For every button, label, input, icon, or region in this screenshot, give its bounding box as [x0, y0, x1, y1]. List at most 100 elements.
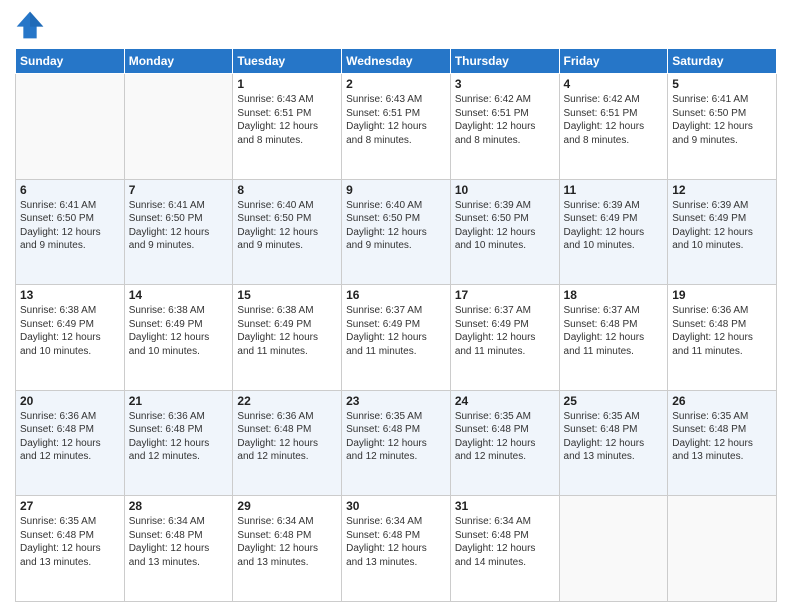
day-number: 2	[346, 77, 446, 91]
day-number: 12	[672, 183, 772, 197]
calendar-day-cell: 6 Sunrise: 6:41 AM Sunset: 6:50 PM Daylig…	[16, 179, 125, 285]
day-info: Sunrise: 6:35 AM Sunset: 6:48 PM Dayligh…	[455, 410, 555, 464]
calendar-day-cell: 19 Sunrise: 6:36 AM Sunset: 6:48 PM Dayli…	[668, 285, 777, 391]
calendar-day-cell	[124, 74, 233, 180]
day-info: Sunrise: 6:42 AM Sunset: 6:51 PM Dayligh…	[455, 93, 555, 147]
day-number: 3	[455, 77, 555, 91]
calendar-day-cell: 12 Sunrise: 6:39 AM Sunset: 6:49 PM Dayli…	[668, 179, 777, 285]
day-info: Sunrise: 6:41 AM Sunset: 6:50 PM Dayligh…	[20, 199, 120, 253]
day-info: Sunrise: 6:35 AM Sunset: 6:48 PM Dayligh…	[346, 410, 446, 464]
header	[15, 10, 777, 40]
day-number: 23	[346, 394, 446, 408]
calendar-day-cell: 15 Sunrise: 6:38 AM Sunset: 6:49 PM Dayli…	[233, 285, 342, 391]
day-info: Sunrise: 6:39 AM Sunset: 6:49 PM Dayligh…	[564, 199, 664, 253]
calendar-day-cell	[16, 74, 125, 180]
day-number: 27	[20, 499, 120, 513]
day-info: Sunrise: 6:43 AM Sunset: 6:51 PM Dayligh…	[346, 93, 446, 147]
calendar-day-cell: 24 Sunrise: 6:35 AM Sunset: 6:48 PM Dayli…	[450, 390, 559, 496]
day-info: Sunrise: 6:35 AM Sunset: 6:48 PM Dayligh…	[564, 410, 664, 464]
page: SundayMondayTuesdayWednesdayThursdayFrid…	[0, 0, 792, 612]
day-info: Sunrise: 6:34 AM Sunset: 6:48 PM Dayligh…	[237, 515, 337, 569]
day-info: Sunrise: 6:34 AM Sunset: 6:48 PM Dayligh…	[346, 515, 446, 569]
calendar-day-cell: 28Sunrise: 6:34 AM Sunset: 6:48 PM Dayli…	[124, 496, 233, 602]
weekday-header: Wednesday	[342, 49, 451, 74]
day-info: Sunrise: 6:34 AM Sunset: 6:48 PM Dayligh…	[455, 515, 555, 569]
day-info: Sunrise: 6:40 AM Sunset: 6:50 PM Dayligh…	[346, 199, 446, 253]
calendar-week-row: 1Sunrise: 6:43 AM Sunset: 6:51 PM Daylig…	[16, 74, 777, 180]
calendar-day-cell: 5Sunrise: 6:41 AM Sunset: 6:50 PM Daylig…	[668, 74, 777, 180]
weekday-header: Friday	[559, 49, 668, 74]
calendar-day-cell: 31 Sunrise: 6:34 AM Sunset: 6:48 PM Dayli…	[450, 496, 559, 602]
day-number: 21	[129, 394, 229, 408]
day-number: 13	[20, 288, 120, 302]
calendar-day-cell: 11 Sunrise: 6:39 AM Sunset: 6:49 PM Dayli…	[559, 179, 668, 285]
day-number: 24	[455, 394, 555, 408]
day-number: 6	[20, 183, 120, 197]
calendar-day-cell: 30 Sunrise: 6:34 AM Sunset: 6:48 PM Dayli…	[342, 496, 451, 602]
day-info: Sunrise: 6:41 AM Sunset: 6:50 PM Dayligh…	[672, 93, 772, 147]
day-number: 10	[455, 183, 555, 197]
calendar-day-cell: 3 Sunrise: 6:42 AM Sunset: 6:51 PM Daylig…	[450, 74, 559, 180]
day-number: 17	[455, 288, 555, 302]
day-number: 26	[672, 394, 772, 408]
calendar-day-cell: 18Sunrise: 6:37 AM Sunset: 6:48 PM Dayli…	[559, 285, 668, 391]
weekday-header: Sunday	[16, 49, 125, 74]
calendar-day-cell	[559, 496, 668, 602]
day-number: 29	[237, 499, 337, 513]
day-info: Sunrise: 6:42 AM Sunset: 6:51 PM Dayligh…	[564, 93, 664, 147]
calendar-day-cell: 4Sunrise: 6:42 AM Sunset: 6:51 PM Daylig…	[559, 74, 668, 180]
day-number: 7	[129, 183, 229, 197]
day-info: Sunrise: 6:36 AM Sunset: 6:48 PM Dayligh…	[237, 410, 337, 464]
weekday-header: Saturday	[668, 49, 777, 74]
calendar-day-cell: 7 Sunrise: 6:41 AM Sunset: 6:50 PM Daylig…	[124, 179, 233, 285]
calendar-day-cell: 26 Sunrise: 6:35 AM Sunset: 6:48 PM Dayli…	[668, 390, 777, 496]
day-info: Sunrise: 6:37 AM Sunset: 6:49 PM Dayligh…	[455, 304, 555, 358]
calendar-day-cell: 23 Sunrise: 6:35 AM Sunset: 6:48 PM Dayli…	[342, 390, 451, 496]
calendar-day-cell: 2 Sunrise: 6:43 AM Sunset: 6:51 PM Daylig…	[342, 74, 451, 180]
calendar-day-cell: 13 Sunrise: 6:38 AM Sunset: 6:49 PM Dayli…	[16, 285, 125, 391]
day-info: Sunrise: 6:39 AM Sunset: 6:49 PM Dayligh…	[672, 199, 772, 253]
calendar-day-cell: 17 Sunrise: 6:37 AM Sunset: 6:49 PM Dayli…	[450, 285, 559, 391]
calendar-day-cell: 25 Sunrise: 6:35 AM Sunset: 6:48 PM Dayli…	[559, 390, 668, 496]
day-number: 18	[564, 288, 664, 302]
day-number: 25	[564, 394, 664, 408]
day-number: 9	[346, 183, 446, 197]
day-number: 30	[346, 499, 446, 513]
day-number: 15	[237, 288, 337, 302]
calendar-week-row: 13 Sunrise: 6:38 AM Sunset: 6:49 PM Dayli…	[16, 285, 777, 391]
day-info: Sunrise: 6:35 AM Sunset: 6:48 PM Dayligh…	[672, 410, 772, 464]
calendar-day-cell: 20Sunrise: 6:36 AM Sunset: 6:48 PM Dayli…	[16, 390, 125, 496]
day-number: 31	[455, 499, 555, 513]
day-info: Sunrise: 6:35 AM Sunset: 6:48 PM Dayligh…	[20, 515, 120, 569]
day-number: 22	[237, 394, 337, 408]
day-number: 16	[346, 288, 446, 302]
calendar-day-cell: 14 Sunrise: 6:38 AM Sunset: 6:49 PM Dayli…	[124, 285, 233, 391]
day-info: Sunrise: 6:41 AM Sunset: 6:50 PM Dayligh…	[129, 199, 229, 253]
calendar-day-cell: 1Sunrise: 6:43 AM Sunset: 6:51 PM Daylig…	[233, 74, 342, 180]
weekday-header: Monday	[124, 49, 233, 74]
day-info: Sunrise: 6:38 AM Sunset: 6:49 PM Dayligh…	[20, 304, 120, 358]
day-info: Sunrise: 6:38 AM Sunset: 6:49 PM Dayligh…	[237, 304, 337, 358]
day-info: Sunrise: 6:36 AM Sunset: 6:48 PM Dayligh…	[129, 410, 229, 464]
calendar-day-cell	[668, 496, 777, 602]
day-number: 19	[672, 288, 772, 302]
day-info: Sunrise: 6:36 AM Sunset: 6:48 PM Dayligh…	[20, 410, 120, 464]
day-number: 8	[237, 183, 337, 197]
day-info: Sunrise: 6:38 AM Sunset: 6:49 PM Dayligh…	[129, 304, 229, 358]
calendar-week-row: 20Sunrise: 6:36 AM Sunset: 6:48 PM Dayli…	[16, 390, 777, 496]
day-info: Sunrise: 6:39 AM Sunset: 6:50 PM Dayligh…	[455, 199, 555, 253]
calendar-week-row: 6 Sunrise: 6:41 AM Sunset: 6:50 PM Daylig…	[16, 179, 777, 285]
calendar-week-row: 27 Sunrise: 6:35 AM Sunset: 6:48 PM Dayli…	[16, 496, 777, 602]
weekday-header: Thursday	[450, 49, 559, 74]
calendar: SundayMondayTuesdayWednesdayThursdayFrid…	[15, 48, 777, 602]
day-number: 14	[129, 288, 229, 302]
calendar-day-cell: 9 Sunrise: 6:40 AM Sunset: 6:50 PM Daylig…	[342, 179, 451, 285]
day-info: Sunrise: 6:43 AM Sunset: 6:51 PM Dayligh…	[237, 93, 337, 147]
logo	[15, 10, 49, 40]
day-info: Sunrise: 6:36 AM Sunset: 6:48 PM Dayligh…	[672, 304, 772, 358]
calendar-day-cell: 27 Sunrise: 6:35 AM Sunset: 6:48 PM Dayli…	[16, 496, 125, 602]
calendar-day-cell: 10 Sunrise: 6:39 AM Sunset: 6:50 PM Dayli…	[450, 179, 559, 285]
calendar-day-cell: 22 Sunrise: 6:36 AM Sunset: 6:48 PM Dayli…	[233, 390, 342, 496]
logo-icon	[15, 10, 45, 40]
day-number: 11	[564, 183, 664, 197]
